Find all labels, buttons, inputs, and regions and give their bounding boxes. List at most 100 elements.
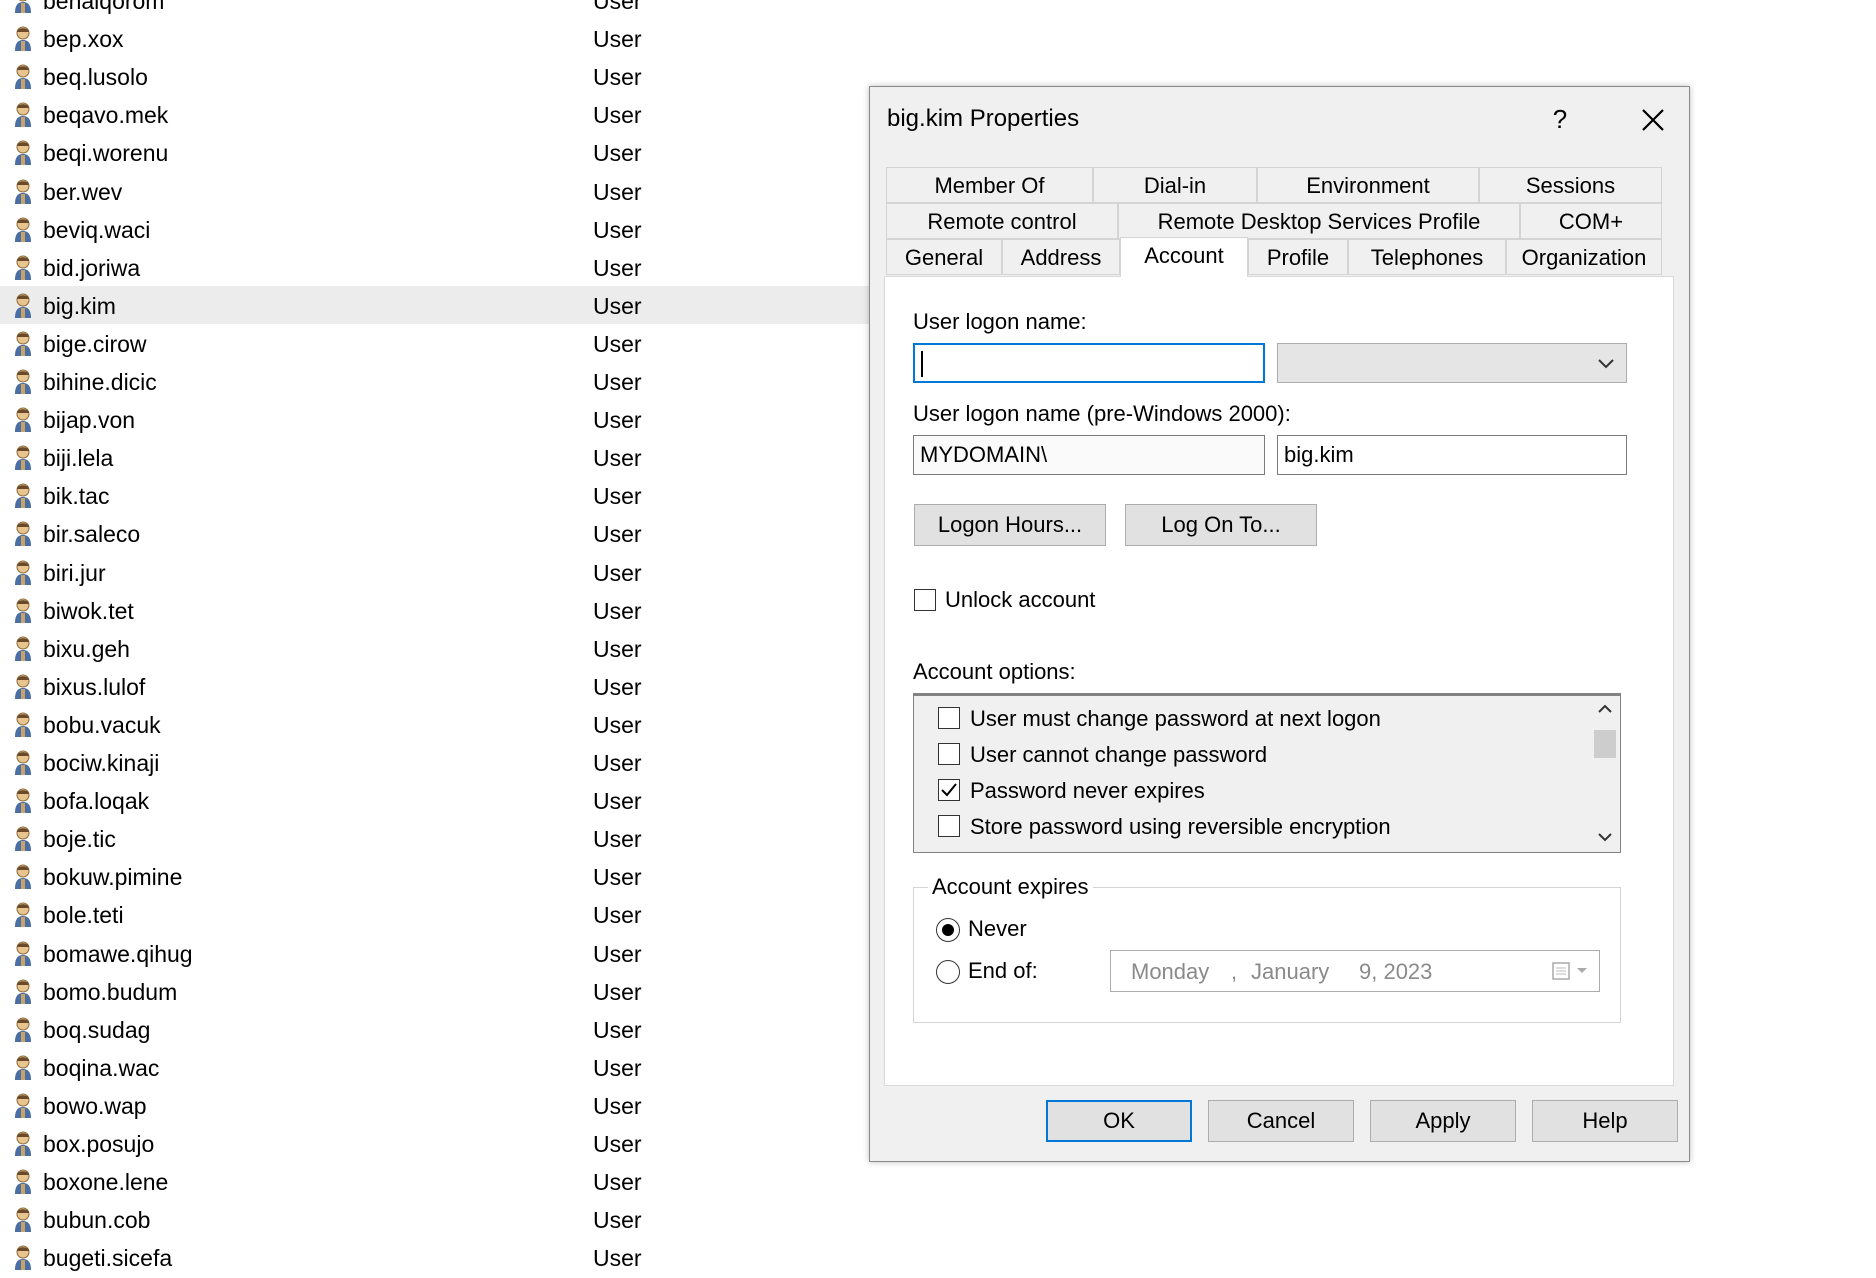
user-row[interactable]: bofa.loqak User	[0, 781, 870, 819]
user-row[interactable]: bokuw.pimine User	[0, 857, 870, 895]
tab-dial-in[interactable]: Dial-in	[1093, 167, 1257, 203]
user-row[interactable]: beq.lusolo User	[0, 57, 870, 95]
user-name: boje.tic	[43, 826, 116, 853]
user-row[interactable]: bobu.vacuk User	[0, 705, 870, 743]
user-type: User	[593, 1016, 642, 1043]
user-row[interactable]: boq.sudag User	[0, 1010, 870, 1048]
user-row[interactable]: beqavo.mek User	[0, 95, 870, 133]
user-row[interactable]: beqi.worenu User	[0, 133, 870, 171]
tab-profile[interactable]: Profile	[1248, 239, 1348, 275]
user-row[interactable]: bugeti.sicefa User	[0, 1238, 870, 1276]
option-label: Password never expires	[970, 778, 1205, 803]
tab-general[interactable]: General	[886, 239, 1002, 275]
user-row[interactable]: bik.tac User	[0, 476, 870, 514]
user-row[interactable]: bihine.dicic User	[0, 362, 870, 400]
user-row[interactable]: box.posujo User	[0, 1124, 870, 1162]
user-name: boq.sudag	[43, 1016, 151, 1043]
tab-member-of[interactable]: Member Of	[886, 167, 1093, 203]
user-row[interactable]: biji.lela User	[0, 438, 870, 476]
user-row[interactable]: bir.saleco User	[0, 514, 870, 552]
expiry-date-picker[interactable]: Monday , January 9, 2023	[1110, 950, 1600, 992]
user-row[interactable]: bige.cirow User	[0, 324, 870, 362]
user-name: box.posujo	[43, 1131, 155, 1157]
help-button[interactable]: Help	[1532, 1100, 1678, 1142]
close-icon[interactable]	[1630, 97, 1676, 143]
account-options-list[interactable]: User must change password at next logon U…	[913, 693, 1621, 853]
tab-account[interactable]: Account	[1120, 237, 1248, 277]
user-name: benalqorom	[43, 0, 165, 14]
text-cursor	[921, 351, 923, 377]
tab-rds-profile[interactable]: Remote Desktop Services Profile	[1118, 203, 1520, 239]
user-name: beq.lusolo	[43, 64, 148, 91]
user-row[interactable]: biri.jur User	[0, 553, 870, 591]
pre2000-label: User logon name (pre-Windows 2000):	[913, 401, 1291, 426]
upn-suffix-dropdown[interactable]	[1277, 343, 1627, 383]
user-icon	[8, 1205, 38, 1235]
user-icon	[8, 672, 38, 702]
user-row[interactable]: bowo.wap User	[0, 1086, 870, 1124]
user-row[interactable]: bid.joriwa User	[0, 248, 870, 286]
user-row[interactable]: bijap.von User	[0, 400, 870, 438]
user-row[interactable]: bubun.cob User	[0, 1200, 870, 1238]
tab-com-plus[interactable]: COM+	[1520, 203, 1662, 239]
scroll-thumb[interactable]	[1594, 730, 1616, 758]
user-row[interactable]: bomawe.qihug User	[0, 934, 870, 972]
logon-name-input[interactable]	[913, 343, 1265, 383]
user-row[interactable]: boje.tic User	[0, 819, 870, 857]
tab-sessions[interactable]: Sessions	[1479, 167, 1662, 203]
logon-hours-button[interactable]: Logon Hours...	[914, 504, 1106, 546]
user-name: bijap.von	[43, 407, 136, 434]
end-of-radio[interactable]	[936, 960, 960, 984]
user-name: beqi.worenu	[43, 140, 169, 167]
user-name: boxone.lene	[43, 1169, 169, 1196]
unlock-account-label: Unlock account	[945, 587, 1096, 612]
user-name: bihine.dicic	[43, 369, 157, 395]
user-row[interactable]: benalqorom User	[0, 0, 870, 19]
user-icon	[8, 24, 38, 54]
user-row[interactable]: bole.teti User	[0, 895, 870, 933]
unlock-account-checkbox[interactable]	[914, 589, 936, 611]
user-row[interactable]: bociw.kinaji User	[0, 743, 870, 781]
options-scrollbar[interactable]	[1590, 696, 1620, 852]
never-radio[interactable]	[936, 918, 960, 942]
help-icon[interactable]: ?	[1542, 101, 1578, 137]
option-checkbox[interactable]	[938, 815, 960, 837]
tab-organization[interactable]: Organization	[1506, 239, 1662, 275]
option-checkbox[interactable]	[938, 707, 960, 729]
account-tab-panel: User logon name: User logon name (pre-Wi…	[884, 276, 1674, 1086]
user-icon	[8, 1129, 38, 1159]
user-row[interactable]: biwok.tet User	[0, 591, 870, 629]
user-type: User	[593, 1207, 642, 1234]
user-type: User	[593, 254, 642, 281]
end-of-label: End of:	[968, 958, 1038, 983]
option-checkbox[interactable]	[938, 743, 960, 765]
pre2000-name-input[interactable]: big.kim	[1277, 435, 1627, 475]
tab-environment[interactable]: Environment	[1257, 167, 1479, 203]
tab-address[interactable]: Address	[1002, 239, 1120, 275]
cancel-button[interactable]: Cancel	[1208, 1100, 1354, 1142]
radio-selected-dot	[942, 924, 954, 936]
tab-telephones[interactable]: Telephones	[1348, 239, 1506, 275]
user-row[interactable]: boqina.wac User	[0, 1048, 870, 1086]
calendar-icon[interactable]	[1551, 960, 1593, 982]
date-separator: ,	[1231, 959, 1238, 984]
user-row[interactable]: beviq.waci User	[0, 210, 870, 248]
apply-button[interactable]: Apply	[1370, 1100, 1516, 1142]
user-row[interactable]: boxone.lene User	[0, 1162, 870, 1200]
scroll-up-icon[interactable]	[1596, 702, 1614, 716]
log-on-to-button[interactable]: Log On To...	[1125, 504, 1317, 546]
user-type: User	[593, 635, 642, 662]
scroll-down-icon[interactable]	[1596, 830, 1614, 844]
user-row[interactable]: bixu.geh User	[0, 629, 870, 667]
option-checkbox[interactable]	[938, 779, 960, 801]
user-type: User	[593, 102, 642, 129]
user-icon	[8, 367, 38, 397]
user-row[interactable]: bixus.lulof User	[0, 667, 870, 705]
user-icon	[8, 481, 38, 511]
user-row[interactable]: big.kim User	[0, 285, 870, 324]
tab-remote-control[interactable]: Remote control	[886, 203, 1118, 239]
user-row[interactable]: bomo.budum User	[0, 972, 870, 1010]
user-row[interactable]: bep.xox User	[0, 19, 870, 57]
user-row[interactable]: ber.wev User	[0, 172, 870, 210]
ok-button[interactable]: OK	[1046, 1100, 1192, 1142]
